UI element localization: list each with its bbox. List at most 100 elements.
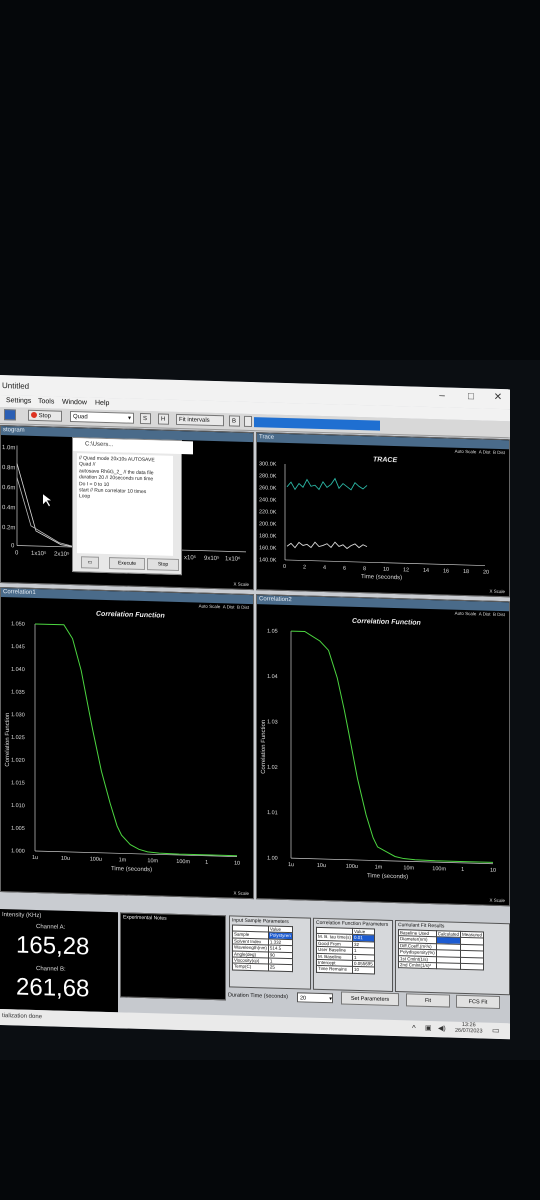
corr1-x-scale[interactable]: X Scale [233,891,249,896]
execute-button[interactable]: Execute [109,557,145,571]
corr2-series-line-0 [291,630,493,863]
trace-panel: Trace Auto Scale A Dist B Dist TRACE 300… [256,432,510,598]
h-button[interactable]: H [158,413,169,425]
b-button[interactable]: B [229,415,240,427]
table-cell[interactable]: 0.055695 [352,960,375,968]
corr2-xtick-label: 10m [403,865,414,871]
menu-window[interactable]: Window [62,399,87,407]
mode-select[interactable]: Quad ▾ [70,410,134,424]
trace-series-line-1 [286,541,368,550]
hist-x-scale-label[interactable]: X Scale [233,582,249,587]
sample-params-box: Input Sample Parameters Value Sample Poly… [229,915,311,990]
menu-tools[interactable]: Tools [38,398,54,405]
hist-ytick-4: 0.2m [2,525,15,531]
script-editor[interactable]: // Quad mode 20x10s AUTOSAVE Quad // aut… [77,453,173,556]
table-cell[interactable]: 25 [268,964,293,972]
corr1-ytick-label: 1.000 [11,848,25,854]
corr1-xtick-label: 100m [176,859,190,865]
channel-a-label: Channel A: [36,924,66,931]
fit-intervals-label: Fit intervals [179,416,210,424]
channel-a-value: 165,28 [16,931,90,961]
trace-xtick-label: 6 [343,566,346,572]
table-cell: 2nd Cmlnt(1/s)² [398,961,437,970]
trace-xtick-label: 2 [303,564,306,570]
duration-select[interactable]: 20 ▾ [297,992,333,1004]
minimize-icon[interactable]: – [436,390,448,402]
trace-ytick-label: 220.0K [259,509,277,515]
script-stop-button[interactable]: Stop [147,558,179,571]
cumulant-box: Cumulant Fit Results Baseline Used Calcul… [395,920,510,996]
intensity-label: Intensity (KHz) [2,912,42,920]
table-cell[interactable] [460,963,484,971]
progress-cell [362,420,371,431]
taskbar-clock[interactable]: 13:26 26/07/2023 [455,1022,483,1035]
corr2-ytick-label: 1.03 [267,719,278,725]
close-icon[interactable]: ✕ [492,392,504,404]
script-window-title-text: C:\Users... [85,441,114,449]
script-window: C:\Users... // Quad mode 20x10s AUTOSAVE… [72,437,193,576]
menu-settings[interactable]: Settings [6,397,31,405]
save-icon[interactable] [4,409,16,421]
hist-ytick-0: 1.0m [2,445,15,451]
maximize-icon[interactable]: □ [465,391,477,403]
table-header: Calculated [436,930,461,938]
trace-xtick-label: 4 [323,565,326,571]
channel-b-label: Channel B: [36,966,66,973]
script-window-title: C:\Users... [73,438,193,455]
script-line: Loop [79,493,91,500]
duration-value: 20 [300,995,307,1002]
stop-icon [31,412,37,419]
progress-cell [290,418,299,429]
table-cell[interactable]: 10 [352,966,375,974]
table-header: Measured [460,931,484,939]
open-folder-icon[interactable]: ▭ [81,556,99,569]
monitor-screen: Untitled – □ ✕ Settings Tools Window Hel… [0,375,510,1040]
mouse-cursor-icon [43,494,51,507]
trace-ytick-label: 140.0K [259,557,277,563]
trace-xtick-label: 18 [463,569,469,575]
sample-params-table: Value Sample Polystyren Solvent Index 1.33… [232,924,293,972]
trace-ytick-label: 240.0K [259,497,277,503]
trace-ytick-label: 200.0K [259,521,277,527]
s-button[interactable]: S [140,412,151,425]
fit-button[interactable]: Fit [406,993,450,1008]
trace-series-line-0 [286,477,368,491]
trace-x-scale[interactable]: X Scale [489,589,505,594]
corr2-x-scale[interactable]: X Scale [489,898,505,903]
corr2-ytick-label: 1.01 [267,810,278,816]
notes-label: Experimental Notes [123,914,167,922]
volume-icon[interactable]: ◀) [438,1024,446,1032]
corr2-xtick-label: 100u [346,864,358,870]
corr1-chart: 1.050 1.045 1.040 1.035 1.030 1.025 1.020 1.015… [5,621,240,873]
fit-intervals-checkbox[interactable]: Fit intervals [176,413,224,427]
corr1-ytick-label: 1.035 [11,689,25,695]
experimental-notes[interactable]: Experimental Notes [120,912,226,1001]
chevron-up-icon[interactable]: ^ [412,1024,416,1033]
progress-cell [353,419,362,431]
table-cell[interactable] [436,962,461,970]
trace-xtick-label: 10 [383,567,389,573]
corr2-chart: 1.05 1.04 1.03 1.02 1.01 1.00 1u 10u 100u 1m 10m 10… [261,628,496,880]
trace-xtick-label: 20 [483,569,489,575]
f-button[interactable] [244,415,252,428]
trace-chart: 300.0K 280.0K 260.0K 240.0K 220.0K 200.0K 180.… [259,461,489,581]
fcs-fit-button[interactable]: FCS Fit [456,994,500,1009]
corr1-xtick-label: 1u [32,855,38,861]
notification-icon[interactable]: ▭ [492,1026,500,1035]
bottom-panel: Intensity (KHz) Channel A: 165,28 Channe… [0,909,510,1024]
corr2-xtick-label: 10 [490,868,496,874]
corr1-xtick-label: 10 [234,861,240,867]
menu-help[interactable]: Help [95,400,109,407]
corr1-ytick-label: 1.045 [11,644,25,650]
network-icon[interactable]: ▣ [425,1024,432,1032]
corr1-xtick-label: 10m [147,858,158,864]
set-parameters-button[interactable]: Set Parameters [341,991,399,1007]
progress-cell [335,419,344,430]
window-title: Untitled [2,381,30,391]
corr1-ytick-label: 1.010 [11,803,25,809]
corr1-series-line-0 [35,623,237,857]
stop-button[interactable]: Stop [28,409,62,422]
hist-xtick-3: x10⁵ [184,554,197,561]
table-cell[interactable]: Polystyren [268,932,293,940]
corr2-xtick-label: 1u [288,862,294,868]
